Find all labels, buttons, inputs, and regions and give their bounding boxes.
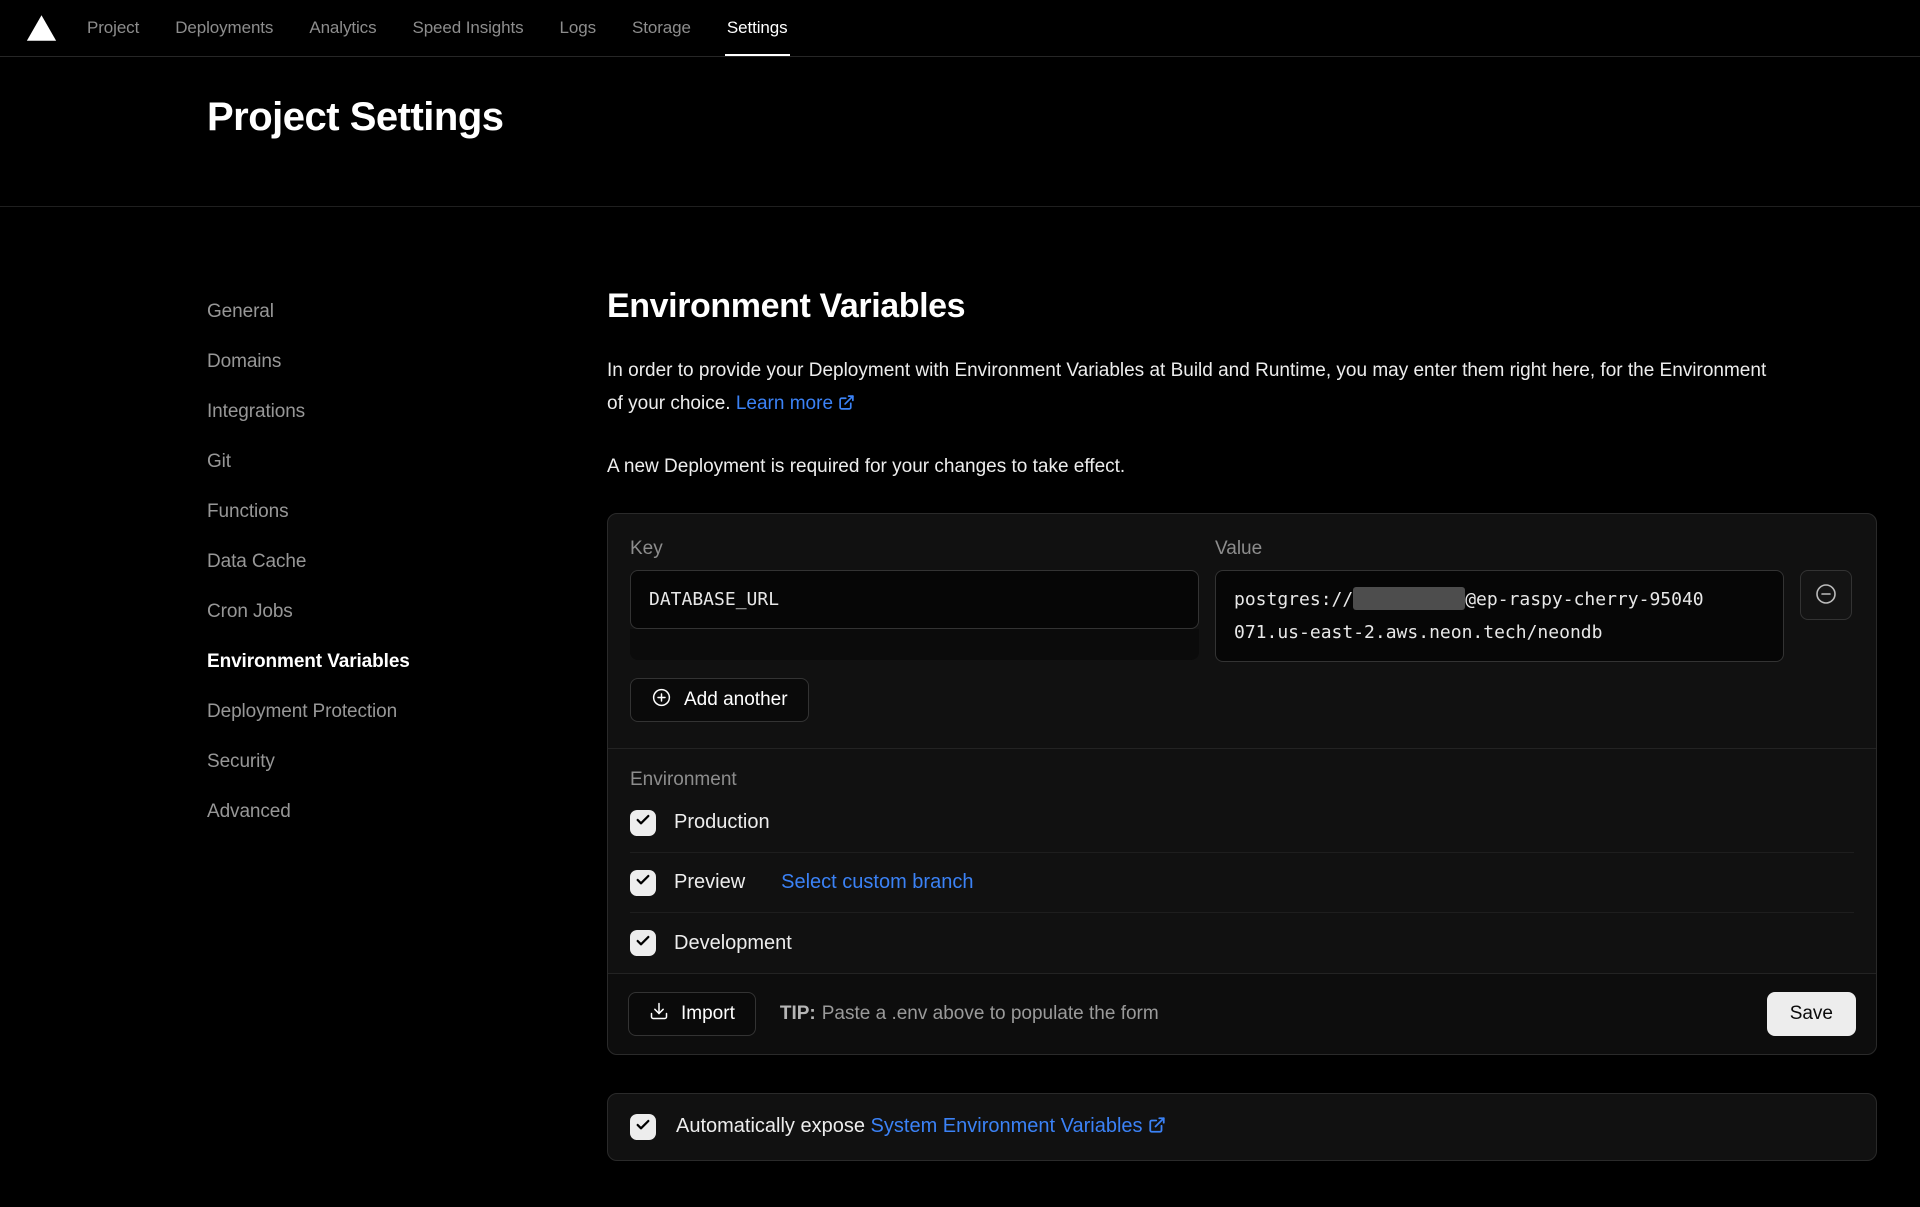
sidebar-item-deployment-protection[interactable]: Deployment Protection xyxy=(207,687,607,737)
value-text-suffix: @ep-raspy-cherry-95040 xyxy=(1465,589,1703,610)
preview-checkbox[interactable] xyxy=(630,870,656,896)
environment-variables-panel: Environment Variables In order to provid… xyxy=(607,287,1877,1161)
sidebar-item-git[interactable]: Git xyxy=(207,437,607,487)
nav-tab-project[interactable]: Project xyxy=(87,0,139,56)
nav-tabs: Project Deployments Analytics Speed Insi… xyxy=(87,0,788,56)
top-nav: Project Deployments Analytics Speed Insi… xyxy=(0,0,1920,57)
form-footer: Import TIP:Paste a .env above to populat… xyxy=(608,973,1876,1054)
auto-expose-card: Automatically expose System Environment … xyxy=(607,1093,1877,1161)
import-label: Import xyxy=(681,1003,735,1025)
download-icon xyxy=(649,1001,669,1027)
tip-prefix: TIP: xyxy=(780,1003,816,1024)
key-input[interactable] xyxy=(649,589,1180,610)
settings-sidebar: General Domains Integrations Git Functio… xyxy=(207,287,607,1161)
value-text-prefix: postgres:// xyxy=(1234,589,1353,610)
environment-label: Environment xyxy=(630,769,1854,791)
add-another-button[interactable]: Add another xyxy=(630,678,809,722)
nav-tab-speed-insights[interactable]: Speed Insights xyxy=(412,0,523,56)
description-line-1: In order to provide your Deployment with… xyxy=(607,354,1877,387)
check-icon xyxy=(635,812,651,833)
key-input-box[interactable] xyxy=(630,570,1199,629)
sidebar-item-environment-variables[interactable]: Environment Variables xyxy=(207,637,607,687)
plus-circle-icon xyxy=(651,687,672,714)
env-row-development: Development xyxy=(630,913,1854,973)
check-icon xyxy=(635,872,651,893)
value-label: Value xyxy=(1215,538,1784,560)
env-row-label: Production xyxy=(674,811,770,834)
environment-section: Environment Production Pr xyxy=(608,749,1876,973)
sidebar-item-cron-jobs[interactable]: Cron Jobs xyxy=(207,587,607,637)
external-link-icon xyxy=(838,389,855,422)
section-heading: Environment Variables xyxy=(607,287,1877,326)
key-label: Key xyxy=(630,538,1199,560)
nav-tab-logs[interactable]: Logs xyxy=(560,0,596,56)
page-title: Project Settings xyxy=(207,95,1920,140)
save-button[interactable]: Save xyxy=(1767,992,1856,1036)
sidebar-item-functions[interactable]: Functions xyxy=(207,487,607,537)
nav-tab-deployments[interactable]: Deployments xyxy=(175,0,273,56)
tip-text: TIP:Paste a .env above to populate the f… xyxy=(780,1003,1159,1025)
import-button[interactable]: Import xyxy=(628,992,756,1036)
value-input[interactable]: postgres:// @ep-raspy-cherry-95040 071.us… xyxy=(1215,570,1784,662)
page-header: Project Settings xyxy=(0,57,1920,207)
section-description: In order to provide your Deployment with… xyxy=(607,354,1877,422)
nav-tab-settings[interactable]: Settings xyxy=(727,0,788,56)
external-link-icon xyxy=(1148,1116,1166,1140)
remove-row-button[interactable] xyxy=(1800,570,1852,620)
env-var-form-card: Key Value postgres://@ep-raspy-cherry-95 xyxy=(607,513,1877,1055)
env-row-label: Development xyxy=(674,932,792,955)
nav-tab-storage[interactable]: Storage xyxy=(632,0,691,56)
minus-circle-icon xyxy=(1814,582,1838,609)
value-text-line2: 071.us-east-2.aws.neon.tech/neondb xyxy=(1234,622,1602,643)
vercel-logo-icon[interactable] xyxy=(26,14,57,42)
nav-tab-analytics[interactable]: Analytics xyxy=(309,0,376,56)
auto-expose-text: Automatically expose System Environment … xyxy=(676,1115,1166,1140)
redacted-secret xyxy=(1353,587,1465,610)
env-row-preview: Preview Select custom branch xyxy=(630,853,1854,913)
sidebar-item-domains[interactable]: Domains xyxy=(207,337,607,387)
check-icon xyxy=(635,1117,651,1138)
sidebar-item-advanced[interactable]: Advanced xyxy=(207,787,607,837)
key-field-wrap xyxy=(630,570,1199,662)
key-input-extension[interactable] xyxy=(630,629,1199,660)
env-row-production: Production xyxy=(630,793,1854,853)
production-checkbox[interactable] xyxy=(630,810,656,836)
learn-more-link[interactable]: Learn more xyxy=(736,393,855,414)
sidebar-item-general[interactable]: General xyxy=(207,287,607,337)
development-checkbox[interactable] xyxy=(630,930,656,956)
auto-expose-checkbox[interactable] xyxy=(630,1114,656,1140)
add-another-label: Add another xyxy=(684,689,788,711)
check-icon xyxy=(635,933,651,954)
env-row-label: Preview xyxy=(674,871,745,894)
content-area: General Domains Integrations Git Functio… xyxy=(0,207,1920,1161)
sidebar-item-security[interactable]: Security xyxy=(207,737,607,787)
description-line-2: of your choice. Learn more xyxy=(607,387,1877,422)
system-env-vars-link[interactable]: System Environment Variables xyxy=(871,1115,1166,1137)
sidebar-item-data-cache[interactable]: Data Cache xyxy=(207,537,607,587)
deployment-note: A new Deployment is required for your ch… xyxy=(607,450,1877,483)
sidebar-item-integrations[interactable]: Integrations xyxy=(207,387,607,437)
select-custom-branch-link[interactable]: Select custom branch xyxy=(781,871,973,894)
